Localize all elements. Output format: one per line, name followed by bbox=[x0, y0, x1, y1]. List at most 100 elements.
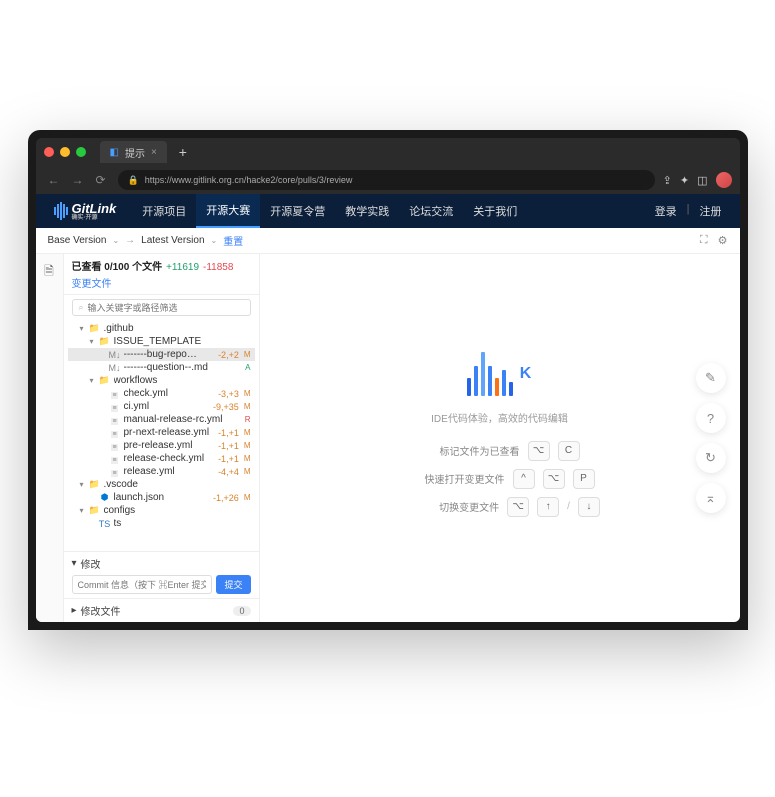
register-link[interactable]: 注册 bbox=[700, 203, 722, 219]
tree-item[interactable]: pre-release.yml-1,+1M bbox=[68, 439, 255, 452]
latest-version[interactable]: Latest Version bbox=[141, 235, 204, 246]
nav-fwd-icon[interactable]: → bbox=[68, 171, 88, 189]
files-icon[interactable]: 🗎 bbox=[39, 262, 59, 282]
share-icon[interactable]: ⇪ bbox=[663, 174, 672, 187]
file-icon bbox=[109, 428, 121, 438]
search-input[interactable] bbox=[88, 303, 244, 313]
login-link[interactable]: 登录 bbox=[655, 203, 677, 219]
twisty-icon: ▾ bbox=[78, 324, 86, 333]
diff-stat: -1,+1 bbox=[218, 441, 239, 451]
traffic-max[interactable] bbox=[76, 147, 86, 157]
viewed-suffix: 个文件 bbox=[132, 262, 162, 273]
nav-item-0[interactable]: 开源项目 bbox=[132, 194, 196, 228]
file-name: pr-next-release.yml bbox=[124, 427, 216, 438]
viewed-label: 已查看 bbox=[72, 262, 102, 273]
base-version[interactable]: Base Version bbox=[48, 235, 107, 246]
tab-title: 提示 bbox=[125, 145, 145, 160]
tree-item[interactable]: manual-release-rc.ymlR bbox=[68, 413, 255, 426]
diff-stat: -1,+26 bbox=[213, 493, 239, 503]
file-search[interactable]: ⌕ bbox=[72, 299, 251, 316]
traffic-close[interactable] bbox=[44, 147, 54, 157]
address-bar[interactable]: 🔒 https://www.gitlink.org.cn/hacke2/core… bbox=[118, 170, 655, 190]
key-label: C bbox=[558, 441, 580, 461]
nav-item-1[interactable]: 开源大赛 bbox=[196, 194, 260, 228]
chevron-down-icon: ▾ bbox=[72, 558, 77, 569]
tree-item[interactable]: check.yml-3,+3M bbox=[68, 387, 255, 400]
tree-item[interactable]: release.yml-4,+4M bbox=[68, 465, 255, 478]
file-icon: 📁 bbox=[99, 375, 111, 386]
tree-item[interactable]: M↓-------bug-repo…-2,+2M bbox=[68, 348, 255, 361]
status-badge: R bbox=[243, 415, 253, 424]
file-icon: ⬢ bbox=[99, 492, 111, 503]
file-icon: TS bbox=[99, 519, 111, 529]
nav-item-2[interactable]: 开源夏令营 bbox=[260, 194, 335, 228]
hint-label: 标记文件为已查看 bbox=[420, 443, 520, 458]
refresh-button[interactable]: ↻ bbox=[696, 443, 726, 473]
status-badge: M bbox=[242, 467, 253, 476]
tree-item[interactable]: TSts bbox=[68, 517, 255, 530]
file-name: .vscode bbox=[104, 479, 253, 490]
file-icon: M↓ bbox=[109, 363, 121, 373]
chevron-down-icon[interactable]: ⌄ bbox=[112, 236, 119, 245]
settings-icon[interactable]: ⚙ bbox=[718, 234, 728, 247]
tree-item[interactable]: M↓-------question--.mdA bbox=[68, 361, 255, 374]
reset-link[interactable]: 重置 bbox=[223, 233, 243, 248]
tree-item[interactable]: pr-next-release.yml-1,+1M bbox=[68, 426, 255, 439]
commit-button[interactable]: 提交 bbox=[216, 575, 250, 594]
browser-tab[interactable]: ◧ 提示 × bbox=[100, 141, 167, 163]
modified-files-label: 修改文件 bbox=[81, 603, 121, 618]
file-icon: 📁 bbox=[89, 323, 101, 334]
welcome-logo: K bbox=[399, 352, 600, 396]
help-button[interactable]: ? bbox=[696, 403, 726, 433]
chevron-down-icon[interactable]: ⌄ bbox=[211, 236, 218, 245]
tree-item[interactable]: ▾📁.vscode bbox=[68, 478, 255, 491]
file-icon bbox=[109, 415, 121, 425]
extension-icon[interactable]: ✦ bbox=[680, 174, 689, 187]
modify-label: 修改 bbox=[81, 556, 101, 571]
modify-section[interactable]: ▾ 修改 bbox=[72, 556, 251, 571]
hint-label: 快速打开变更文件 bbox=[405, 471, 505, 486]
notes-button[interactable]: ✎ bbox=[696, 363, 726, 393]
key-label: ⌥ bbox=[507, 497, 529, 517]
new-tab-button[interactable]: + bbox=[173, 144, 193, 160]
nav-item-4[interactable]: 论坛交流 bbox=[399, 194, 463, 228]
key-label: ↓ bbox=[578, 497, 600, 517]
file-name: workflows bbox=[114, 375, 253, 386]
file-icon bbox=[109, 402, 121, 412]
modified-files-section[interactable]: ▸ 修改文件 0 bbox=[72, 603, 251, 618]
site-logo[interactable]: GitLink 确实·开源 bbox=[54, 202, 117, 221]
file-name: release-check.yml bbox=[124, 453, 216, 464]
nav-item-5[interactable]: 关于我们 bbox=[463, 194, 527, 228]
key-label: ^ bbox=[513, 469, 535, 489]
scroll-top-button[interactable]: ⌅ bbox=[696, 483, 726, 513]
bookmark-icon[interactable]: ◫ bbox=[697, 174, 707, 187]
twisty-icon: ▾ bbox=[88, 376, 96, 385]
tree-item[interactable]: ▾📁ISSUE_TEMPLATE bbox=[68, 335, 255, 348]
tree-item[interactable]: ▾📁.github bbox=[68, 322, 255, 335]
file-icon: 📁 bbox=[89, 505, 101, 516]
arrow-right-icon: → bbox=[125, 235, 135, 246]
additions: +11619 bbox=[166, 262, 199, 273]
file-name: pre-release.yml bbox=[124, 440, 216, 451]
lock-icon: 🔒 bbox=[128, 175, 139, 186]
tree-item[interactable]: ▾📁configs bbox=[68, 504, 255, 517]
chevron-right-icon: ▸ bbox=[72, 605, 77, 616]
brand-letter: K bbox=[520, 365, 533, 383]
file-icon: 📁 bbox=[89, 479, 101, 490]
diff-stat: -1,+1 bbox=[218, 454, 239, 464]
profile-avatar[interactable] bbox=[716, 172, 732, 188]
nav-reload-icon[interactable]: ⟳ bbox=[92, 171, 110, 189]
file-name: launch.json bbox=[114, 492, 211, 503]
nav-back-icon[interactable]: ← bbox=[44, 171, 64, 189]
tree-item[interactable]: ⬢launch.json-1,+26M bbox=[68, 491, 255, 504]
tree-item[interactable]: ▾📁workflows bbox=[68, 374, 255, 387]
tab-close-icon[interactable]: × bbox=[151, 147, 157, 158]
nav-item-3[interactable]: 教学实践 bbox=[335, 194, 399, 228]
tree-item[interactable]: ci.yml-9,+35M bbox=[68, 400, 255, 413]
traffic-min[interactable] bbox=[60, 147, 70, 157]
expand-icon[interactable]: ⛶ bbox=[700, 234, 708, 247]
tree-item[interactable]: release-check.yml-1,+1M bbox=[68, 452, 255, 465]
changed-files-link[interactable]: 变更文件 bbox=[72, 275, 251, 290]
file-name: ISSUE_TEMPLATE bbox=[114, 336, 253, 347]
commit-message-input[interactable] bbox=[72, 575, 213, 594]
